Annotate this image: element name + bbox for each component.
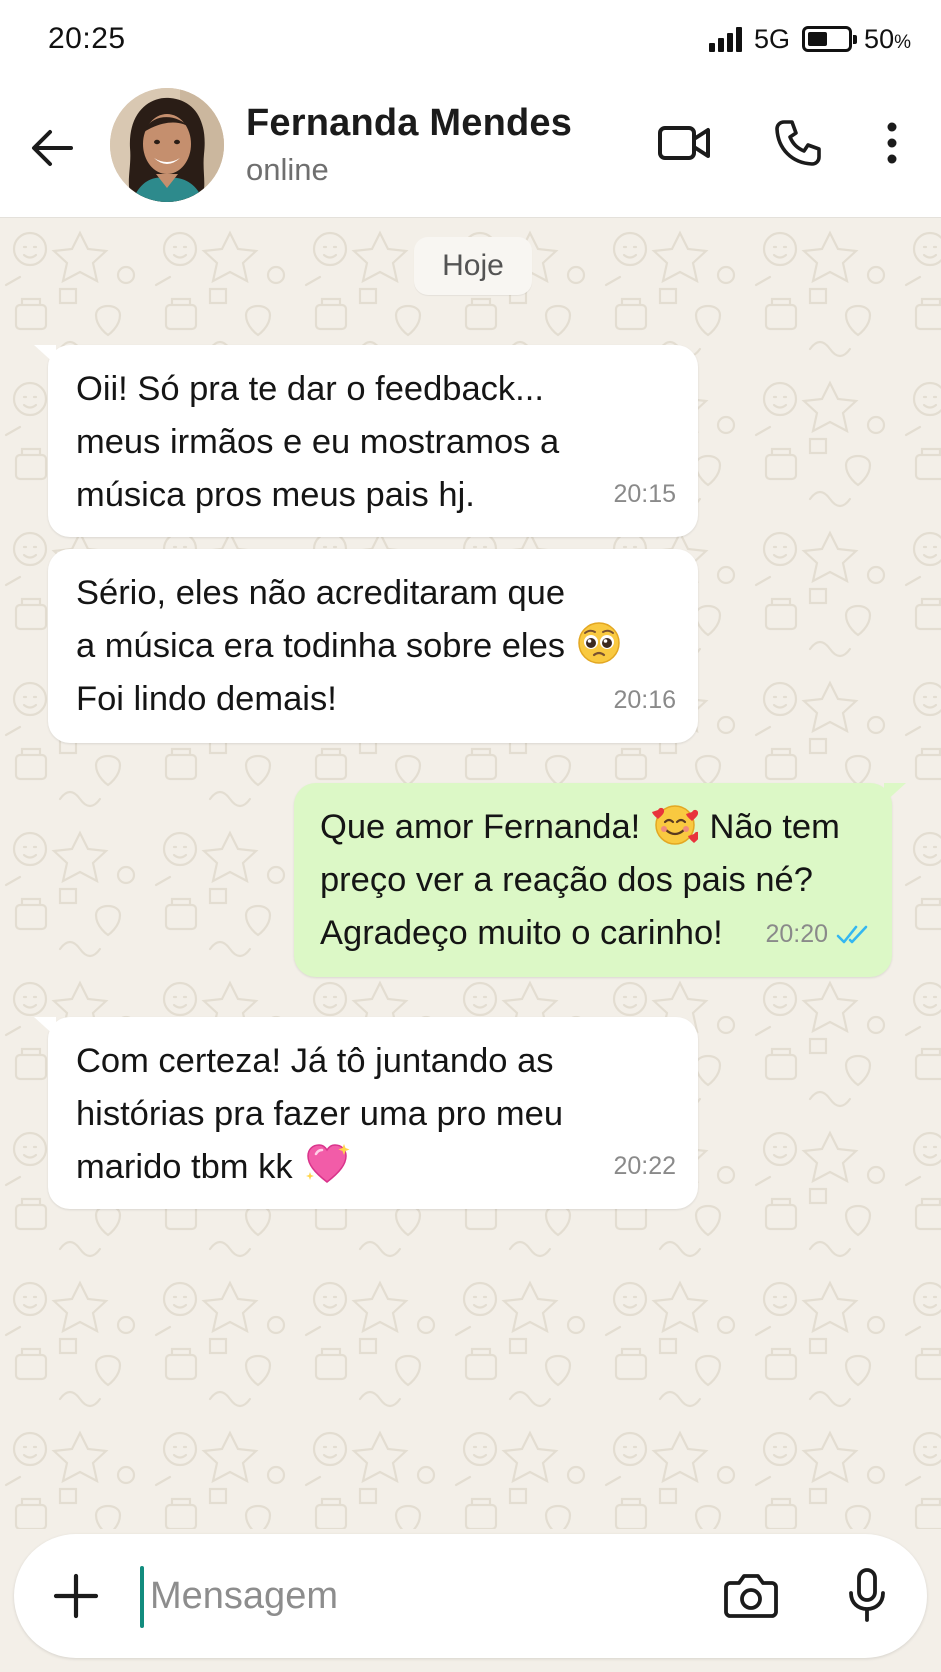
voice-message-button[interactable] (838, 1560, 896, 1630)
message-composer (14, 1534, 927, 1658)
message-incoming[interactable]: Oii! Só pra te dar o feedback... meus ir… (34, 345, 698, 537)
status-bar: 20:25 5G 50% (0, 0, 941, 78)
message-text-line: marido tbm kk (76, 1141, 672, 1194)
message-text-line: Sério, eles não acreditaram que (76, 574, 566, 612)
double-check-icon (836, 925, 868, 943)
message-incoming[interactable]: Com certeza! Já tô juntando as histórias… (34, 1017, 698, 1209)
contact-name[interactable]: Fernanda Mendes (246, 102, 572, 145)
signal-icon (709, 26, 743, 52)
camera-icon (724, 1574, 778, 1618)
battery-level (808, 32, 828, 46)
back-button[interactable] (28, 118, 76, 178)
contact-status: online (246, 152, 329, 187)
message-text-fragment: Que amor Fernanda! (320, 808, 641, 846)
message-time: 20:15 (613, 480, 676, 508)
message-text-line: Oii! Só pra te dar o feedback... (76, 370, 544, 408)
microphone-icon (849, 1568, 885, 1622)
message-time: 20:16 (613, 686, 676, 714)
message-text-line: meus irmãos e eu mostramos a (76, 423, 560, 461)
plus-icon (53, 1573, 99, 1619)
status-indicators: 5G 50% (709, 24, 911, 55)
smiling-face-with-hearts-emoji-icon (651, 805, 698, 845)
battery-percent-unit: % (894, 31, 911, 53)
phone-icon (775, 120, 821, 166)
message-input[interactable] (150, 1562, 670, 1630)
message-text-line: a música era todinha sobre eles (76, 620, 672, 673)
sparkling-heart-emoji-icon (306, 1144, 350, 1183)
camera-button[interactable] (718, 1562, 784, 1628)
message-text-line: Com certeza! Já tô juntando as (76, 1042, 554, 1080)
pleading-face-emoji-icon (577, 622, 620, 664)
text-cursor (140, 1566, 144, 1628)
video-call-button[interactable] (654, 108, 714, 178)
avatar[interactable] (110, 88, 224, 202)
message-text-fragment: a música era todinha sobre eles (76, 627, 566, 665)
chat-screen: 20:25 5G 50% Fernanda Mendes online Hoje… (0, 0, 941, 1672)
more-vertical-icon (887, 122, 897, 164)
message-incoming[interactable]: Sério, eles não acreditaram que a música… (48, 549, 698, 743)
chat-header: Fernanda Mendes online (0, 78, 941, 218)
avatar-portrait (110, 88, 224, 202)
voice-call-button[interactable] (770, 108, 826, 178)
attach-button[interactable] (48, 1568, 104, 1624)
message-text-fragment: Não tem (709, 808, 840, 846)
message-text-line: histórias pra fazer uma pro meu (76, 1095, 564, 1133)
battery-percent: 50% (864, 24, 911, 55)
message-meta: 20:20 (765, 908, 870, 961)
message-meta: 20:22 (613, 1140, 676, 1193)
battery-icon (802, 26, 858, 52)
message-text-line: Foi lindo demais! (76, 680, 337, 718)
message-outgoing[interactable]: Que amor Fernanda! Não tem preço ver a r… (294, 783, 906, 977)
video-call-icon (658, 126, 710, 160)
message-meta: 20:15 (613, 468, 676, 521)
message-text-fragment: marido tbm kk (76, 1148, 293, 1186)
message-time: 20:20 (765, 920, 828, 948)
more-options-button[interactable] (876, 108, 908, 178)
battery-percent-value: 50 (864, 23, 895, 54)
date-separator: Hoje (414, 237, 532, 295)
network-type: 5G (754, 23, 791, 54)
message-list[interactable]: Hoje Oii! Só pra te dar o feedback... me… (0, 219, 941, 1529)
back-arrow-icon (32, 130, 73, 166)
message-meta: 20:16 (613, 674, 676, 727)
message-time: 20:22 (613, 1152, 676, 1180)
status-time: 20:25 (48, 22, 126, 55)
message-text-line: preço ver a reação dos pais né? (320, 861, 813, 899)
message-text-line: Que amor Fernanda! Não tem (320, 801, 866, 854)
message-text-line: música pros meus pais hj. (76, 476, 475, 514)
